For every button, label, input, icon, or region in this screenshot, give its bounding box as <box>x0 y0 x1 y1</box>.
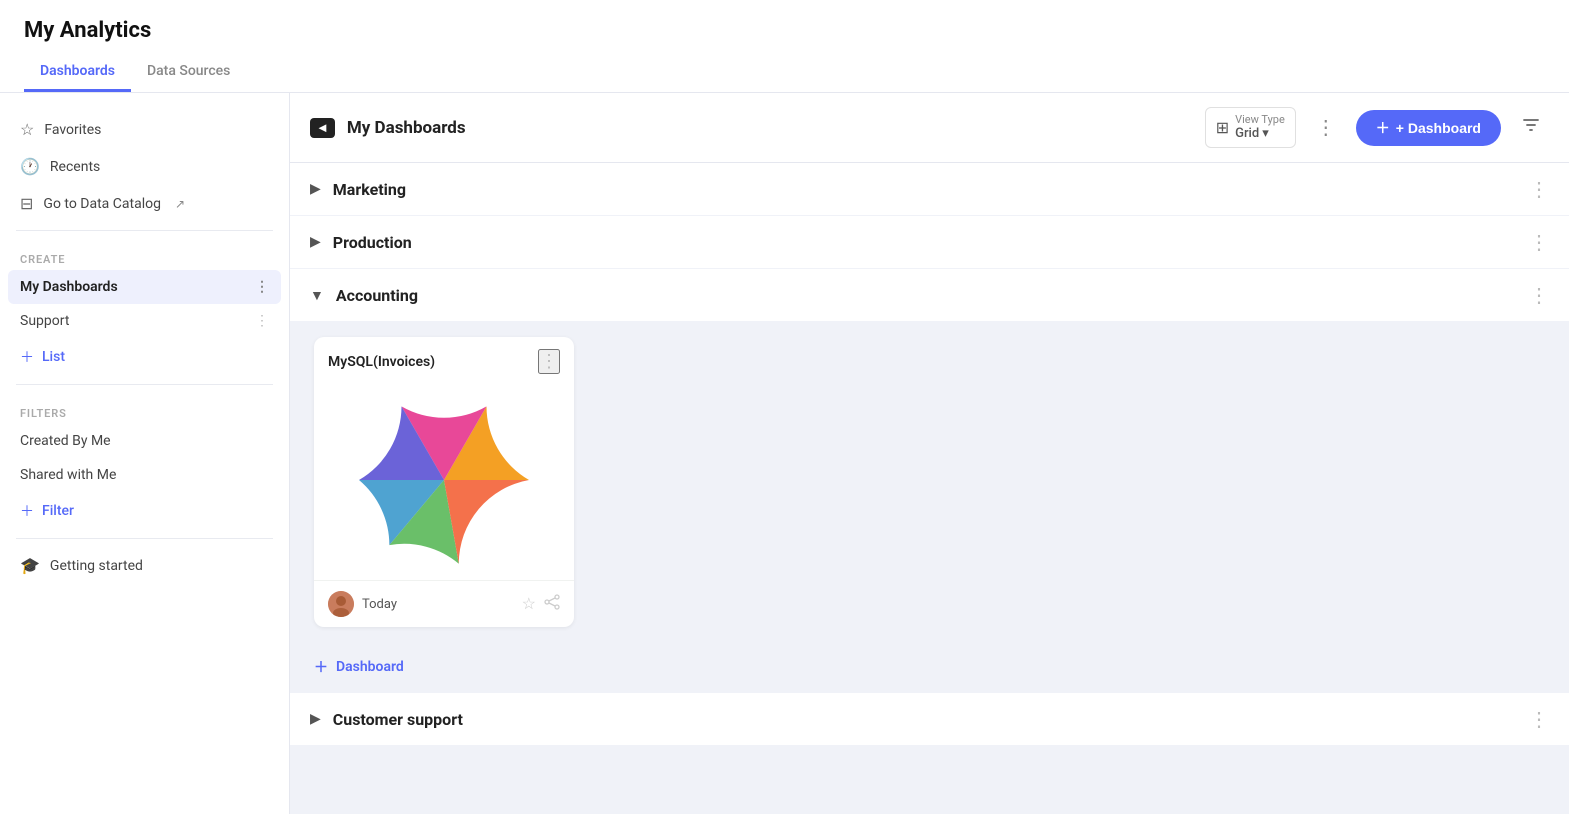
sidebar-item-getting-started[interactable]: 🎓 Getting started <box>0 547 289 584</box>
table-icon: ⊟ <box>20 194 33 213</box>
app-header: My Analytics Dashboards Data Sources <box>0 0 1569 93</box>
pie-chart <box>359 395 529 565</box>
sidebar-label-data-catalog: Go to Data Catalog <box>43 196 161 212</box>
section-name-customer-support: Customer support <box>333 710 1529 729</box>
add-filter-label: Filter <box>42 503 74 519</box>
tab-dashboards[interactable]: Dashboards <box>24 55 131 92</box>
main-header: ◄ My Dashboards ⊞ View Type Grid ▾ ⋮ ＋ +… <box>290 93 1569 163</box>
sidebar: ☆ Favorites 🕐 Recents ⊟ Go to Data Catal… <box>0 93 290 814</box>
sidebar-label-favorites: Favorites <box>44 122 101 138</box>
main-content: ◄ My Dashboards ⊞ View Type Grid ▾ ⋮ ＋ +… <box>290 93 1569 814</box>
sidebar-item-favorites[interactable]: ☆ Favorites <box>0 111 289 148</box>
more-icon-production[interactable]: ⋮ <box>1529 230 1549 254</box>
section-name-accounting: Accounting <box>336 286 1529 305</box>
card-mysql-invoices: MySQL(Invoices) ⋮ <box>314 337 574 627</box>
more-icon-support[interactable]: ⋮ <box>255 313 269 329</box>
sidebar-label-support: Support <box>20 313 69 329</box>
chevron-down-icon: ▾ <box>1262 126 1269 141</box>
more-icon-accounting[interactable]: ⋮ <box>1529 283 1549 307</box>
sidebar-item-data-catalog[interactable]: ⊟ Go to Data Catalog ↗ <box>0 185 289 222</box>
favorite-button-mysql[interactable]: ☆ <box>522 594 536 615</box>
card-title-mysql: MySQL(Invoices) <box>328 354 435 370</box>
sidebar-divider-2 <box>16 384 273 385</box>
add-list-label: List <box>42 349 65 365</box>
sidebar-label-my-dashboards: My Dashboards <box>20 279 118 295</box>
external-link-icon: ↗ <box>175 197 185 211</box>
create-section-label: CREATE <box>0 239 289 270</box>
more-icon-customer-support[interactable]: ⋮ <box>1529 707 1549 731</box>
graduation-icon: 🎓 <box>20 556 40 575</box>
filter-icon <box>1521 115 1541 135</box>
card-more-button-mysql[interactable]: ⋮ <box>538 349 560 374</box>
plus-icon-list: ＋ <box>20 347 34 367</box>
main-layout: ☆ Favorites 🕐 Recents ⊟ Go to Data Catal… <box>0 93 1569 814</box>
chevron-down-accounting: ▼ <box>310 287 324 304</box>
chevron-right-marketing: ▶ <box>310 181 321 197</box>
share-icon <box>544 594 560 610</box>
filter-icon-button[interactable] <box>1513 111 1549 144</box>
dashboards-icon: ◄ <box>310 118 335 138</box>
card-header-mysql: MySQL(Invoices) ⋮ <box>314 337 574 380</box>
share-button-mysql[interactable] <box>544 594 560 615</box>
card-chart-mysql <box>314 380 574 580</box>
add-list-button[interactable]: ＋ List <box>0 338 289 376</box>
avatar-image <box>328 591 354 617</box>
section-production[interactable]: ▶ Production ⋮ <box>290 216 1569 269</box>
header-more-button[interactable]: ⋮ <box>1308 111 1344 144</box>
cards-grid: MySQL(Invoices) ⋮ <box>290 321 1569 643</box>
accounting-header[interactable]: ▼ Accounting ⋮ <box>290 269 1569 321</box>
add-dashboard-inline-button[interactable]: ＋ Dashboard <box>290 643 1569 691</box>
chevron-right-production: ▶ <box>310 234 321 250</box>
main-title: My Dashboards <box>347 118 1193 138</box>
section-customer-support[interactable]: ▶ Customer support ⋮ <box>290 692 1569 745</box>
view-type-value: Grid ▾ <box>1235 126 1285 141</box>
add-dashboard-label: + Dashboard <box>1396 120 1481 136</box>
sidebar-item-recents[interactable]: 🕐 Recents <box>0 148 289 185</box>
app-title: My Analytics <box>24 18 1545 43</box>
section-name-marketing: Marketing <box>333 180 1529 199</box>
card-footer-mysql: Today ☆ <box>314 580 574 627</box>
view-type-text: View Type Grid ▾ <box>1235 114 1285 141</box>
plus-icon-filter: ＋ <box>20 501 34 521</box>
add-dashboard-button[interactable]: ＋ + Dashboard <box>1356 110 1501 146</box>
more-icon-my-dashboards[interactable]: ⋮ <box>255 279 269 295</box>
more-icon-marketing[interactable]: ⋮ <box>1529 177 1549 201</box>
section-accounting: ▼ Accounting ⋮ MySQL(Invoices) ⋮ <box>290 269 1569 692</box>
sidebar-label-getting-started: Getting started <box>50 558 143 574</box>
add-filter-button[interactable]: ＋ Filter <box>0 492 289 530</box>
sidebar-label-recents: Recents <box>50 159 100 175</box>
star-icon: ☆ <box>20 120 34 139</box>
plus-icon-dashboard: ＋ <box>1376 118 1390 138</box>
view-type-label: View Type <box>1235 114 1285 126</box>
section-marketing[interactable]: ▶ Marketing ⋮ <box>290 163 1569 216</box>
clock-icon: 🕐 <box>20 157 40 176</box>
filters-section-label: FILTERS <box>0 393 289 424</box>
sidebar-item-support[interactable]: Support ⋮ <box>0 304 289 338</box>
view-type-button[interactable]: ⊞ View Type Grid ▾ <box>1205 107 1296 148</box>
sidebar-divider-1 <box>16 230 273 231</box>
tab-data-sources[interactable]: Data Sources <box>131 55 246 92</box>
grid-icon: ⊞ <box>1216 118 1229 137</box>
add-dashboard-inline-label: Dashboard <box>336 659 404 675</box>
tab-bar: Dashboards Data Sources <box>24 55 1545 92</box>
chevron-right-customer-support: ▶ <box>310 711 321 727</box>
section-name-production: Production <box>333 233 1529 252</box>
card-user-mysql: Today <box>328 591 397 617</box>
sidebar-item-my-dashboards[interactable]: My Dashboards ⋮ <box>8 270 281 304</box>
card-actions-mysql: ☆ <box>522 594 560 615</box>
card-date-mysql: Today <box>362 597 397 612</box>
filter-created-by-me[interactable]: Created By Me <box>0 424 289 458</box>
filter-shared-with-me[interactable]: Shared with Me <box>0 458 289 492</box>
plus-icon-inline: ＋ <box>314 657 328 677</box>
avatar-mysql <box>328 591 354 617</box>
sidebar-divider-3 <box>16 538 273 539</box>
